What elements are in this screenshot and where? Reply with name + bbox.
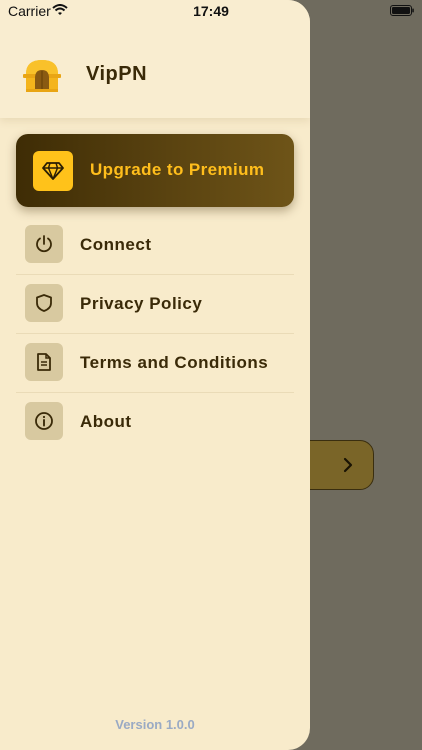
drawer-menu: Connect Privacy Policy Terms and Conditi… [16, 216, 294, 451]
chevron-right-icon [343, 457, 353, 473]
app-name: VipPN [86, 63, 148, 85]
shield-icon [36, 294, 52, 312]
status-bar: Carrier 17:49 [0, 0, 422, 22]
menu-label-connect: Connect [80, 235, 152, 254]
diamond-icon [42, 162, 64, 180]
menu-item-privacy-policy[interactable]: Privacy Policy [16, 275, 294, 334]
info-icon [35, 412, 53, 430]
clock: 17:49 [193, 3, 229, 19]
upgrade-premium-button[interactable]: Upgrade to Premium [16, 134, 294, 207]
menu-item-connect[interactable]: Connect [16, 216, 294, 275]
upgrade-premium-label: Upgrade to Premium [90, 160, 265, 179]
menu-icon-box [25, 284, 63, 322]
menu-icon-box [25, 225, 63, 263]
menu-item-about[interactable]: About [16, 393, 294, 451]
menu-icon-box [25, 343, 63, 381]
version-label: Version 1.0.0 [115, 717, 195, 732]
menu-label-privacy-policy: Privacy Policy [80, 294, 203, 313]
menu-item-terms[interactable]: Terms and Conditions [16, 334, 294, 393]
menu-label-about: About [80, 412, 132, 431]
power-icon [36, 235, 52, 253]
menu-icon-box [25, 402, 63, 440]
app-logo-icon [23, 60, 61, 92]
battery-icon [390, 5, 414, 16]
menu-label-terms: Terms and Conditions [80, 353, 269, 372]
document-icon [37, 353, 51, 371]
premium-icon-box [33, 151, 73, 191]
side-drawer: VipPN Upgrade to Premium Connect Privacy… [0, 0, 310, 750]
